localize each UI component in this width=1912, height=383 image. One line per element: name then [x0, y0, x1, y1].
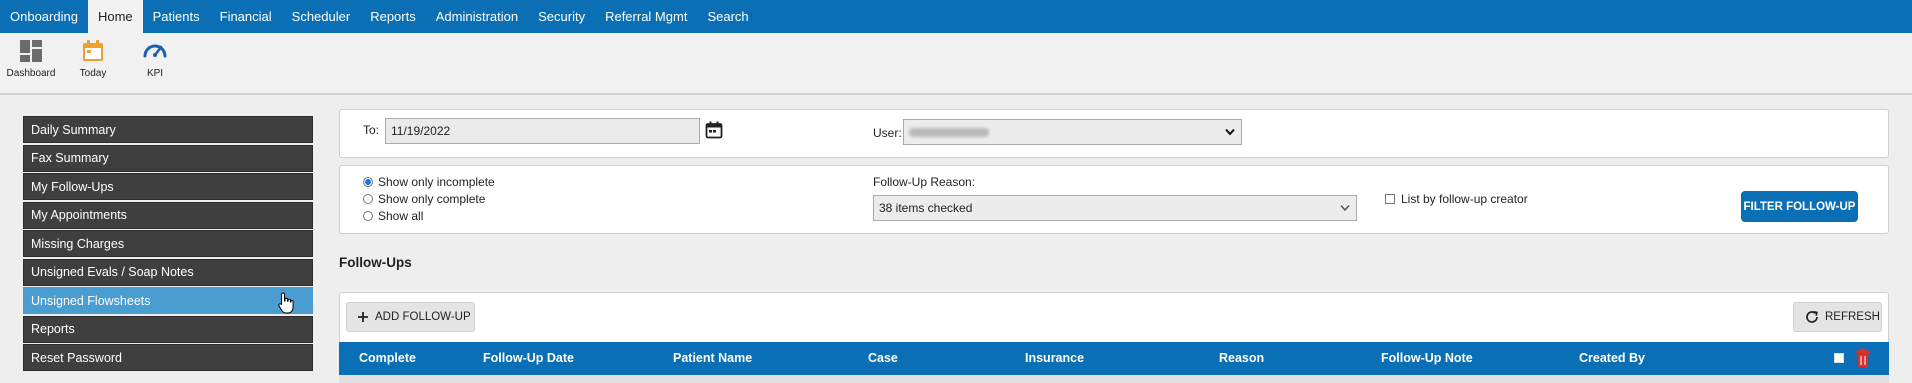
follow-ups-grid-header: Complete Follow-Up Date Patient Name Cas…	[339, 342, 1889, 375]
column-header-case[interactable]: Case	[868, 351, 898, 365]
user-select[interactable]	[903, 119, 1242, 145]
nav-patients[interactable]: Patients	[143, 0, 210, 33]
refresh-button[interactable]: REFRESH	[1793, 302, 1882, 332]
sidebar-item-my-appointments[interactable]: My Appointments	[23, 201, 313, 229]
sidebar-item-unsigned-flowsheets[interactable]: Unsigned Flowsheets	[23, 287, 313, 314]
column-header-follow-up-note[interactable]: Follow-Up Note	[1381, 351, 1473, 365]
column-header-insurance[interactable]: Insurance	[1025, 351, 1084, 365]
to-date-value: 11/19/2022	[391, 124, 451, 138]
column-header-complete[interactable]: Complete	[359, 351, 416, 365]
sidebar-item-missing-charges[interactable]: Missing Charges	[23, 230, 313, 257]
radio-button[interactable]	[363, 194, 373, 204]
to-date-field[interactable]: 11/19/2022	[385, 118, 700, 144]
dashboard-button[interactable]: Dashboard	[0, 33, 62, 93]
top-nav: Onboarding Home Patients Financial Sched…	[0, 0, 1912, 33]
add-follow-up-button[interactable]: ADD FOLLOW-UP	[346, 302, 475, 332]
radio-show-all[interactable]: Show all	[363, 209, 423, 223]
radio-button-checked[interactable]	[363, 177, 373, 187]
list-by-creator-checkbox[interactable]	[1385, 194, 1395, 204]
table-row	[339, 375, 1889, 383]
radio-label: Show only complete	[378, 192, 486, 206]
kpi-button[interactable]: KPI	[124, 33, 186, 93]
date-user-filter-panel: To: 11/19/2022 User:	[339, 109, 1889, 158]
today-button[interactable]: Today	[62, 33, 124, 93]
filter-follow-up-button[interactable]: FILTER FOLLOW-UP	[1741, 191, 1858, 222]
nav-home[interactable]: Home	[87, 0, 143, 33]
status-reason-filter-panel: Show only incomplete Show only complete …	[339, 165, 1889, 234]
add-follow-up-label: ADD FOLLOW-UP	[375, 311, 471, 323]
list-by-creator-label: List by follow-up creator	[1401, 192, 1528, 206]
select-all-checkbox[interactable]	[1834, 353, 1844, 363]
sidebar-item-fax-summary[interactable]: Fax Summary	[23, 144, 313, 172]
sidebar-item-reset-password[interactable]: Reset Password	[23, 344, 313, 371]
follow-up-reason-value: 38 items checked	[879, 201, 973, 215]
list-by-creator-option[interactable]: List by follow-up creator	[1385, 192, 1528, 206]
follow-ups-title: Follow-Ups	[339, 255, 412, 270]
column-header-follow-up-date[interactable]: Follow-Up Date	[483, 351, 574, 365]
sidebar: Daily Summary Fax Summary My Follow-Ups …	[23, 116, 313, 373]
follow-up-reason-label: Follow-Up Reason:	[873, 175, 976, 189]
speedometer-icon	[142, 38, 168, 64]
radio-label: Show only incomplete	[378, 175, 495, 189]
home-toolbar: Dashboard Today KPI	[0, 33, 1912, 95]
nav-search[interactable]: Search	[697, 0, 758, 33]
hand-cursor-icon	[278, 292, 294, 314]
nav-security[interactable]: Security	[528, 0, 595, 33]
sidebar-item-daily-summary[interactable]: Daily Summary	[23, 116, 313, 143]
kpi-label: KPI	[146, 68, 164, 79]
nav-financial[interactable]: Financial	[210, 0, 282, 33]
nav-onboarding[interactable]: Onboarding	[0, 0, 88, 33]
radio-label: Show all	[378, 209, 424, 223]
refresh-icon	[1805, 310, 1819, 324]
nav-reports[interactable]: Reports	[360, 0, 426, 33]
sidebar-item-label: Unsigned Flowsheets	[31, 293, 151, 308]
radio-button[interactable]	[363, 211, 373, 221]
redacted-user-name	[909, 127, 989, 137]
nav-scheduler[interactable]: Scheduler	[282, 0, 361, 33]
chevron-down-icon	[1225, 128, 1235, 136]
column-header-patient-name[interactable]: Patient Name	[673, 351, 752, 365]
column-header-created-by[interactable]: Created By	[1579, 351, 1645, 365]
sidebar-item-my-follow-ups[interactable]: My Follow-Ups	[23, 173, 313, 200]
today-label: Today	[79, 68, 107, 79]
column-header-reason[interactable]: Reason	[1219, 351, 1264, 365]
user-label: User:	[873, 126, 902, 140]
to-label: To:	[363, 123, 380, 137]
nav-referral-mgmt[interactable]: Referral Mgmt	[595, 0, 697, 33]
sidebar-item-unsigned-evals[interactable]: Unsigned Evals / Soap Notes	[23, 258, 313, 286]
nav-administration[interactable]: Administration	[426, 0, 528, 33]
follow-up-reason-select[interactable]: 38 items checked	[873, 195, 1357, 221]
radio-show-incomplete[interactable]: Show only incomplete	[363, 175, 495, 189]
dashboard-label: Dashboard	[6, 68, 56, 79]
chevron-down-icon	[1340, 205, 1350, 212]
calendar-icon[interactable]	[705, 121, 723, 142]
calendar-today-icon	[80, 38, 106, 64]
trash-icon[interactable]	[1855, 348, 1871, 368]
plus-icon	[357, 311, 369, 323]
radio-show-complete[interactable]: Show only complete	[363, 192, 485, 206]
sidebar-item-reports[interactable]: Reports	[23, 315, 313, 343]
refresh-label: REFRESH	[1825, 311, 1880, 323]
dashboard-icon	[18, 38, 44, 64]
